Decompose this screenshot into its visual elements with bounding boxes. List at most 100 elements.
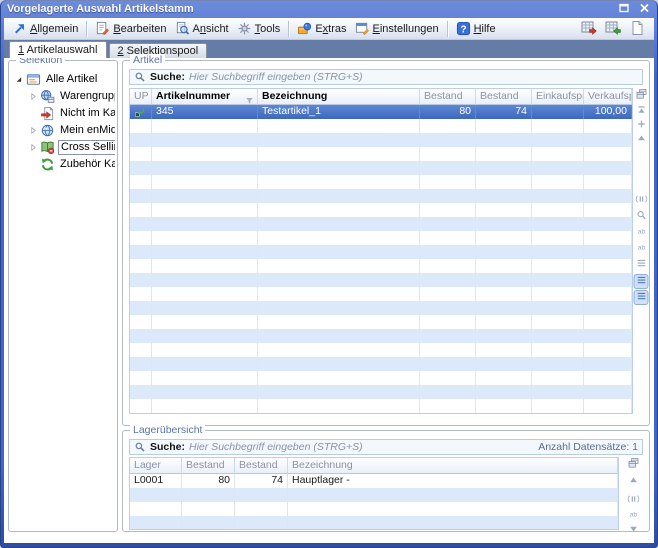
table-row-empty[interactable] [130,371,632,385]
column-chooser-button[interactable] [635,89,648,102]
grid-export-button[interactable] [581,20,598,37]
tab-1-artikelauswahl[interactable]: 1 Artikelauswahl [9,41,107,58]
lager-search-label: Suche: [150,441,185,453]
table-row-empty[interactable] [130,399,632,413]
tree-item-nicht-im-katalog[interactable]: Nicht im Katalog [11,105,115,122]
table-row[interactable]: L00018074Hauptlager - [130,474,618,488]
toolbar-item-einstellungen[interactable]: Einstellungen [351,19,443,38]
restore-button[interactable] [618,3,631,15]
up-small-button[interactable] [635,133,648,146]
table-row-empty[interactable] [130,147,632,161]
letters-small-button[interactable]: ab [627,509,640,522]
artikel-search-bar[interactable]: Suche: Hier Suchbegriff eingeben (STRG+S… [129,69,643,85]
column-chooser-button[interactable] [627,458,640,471]
filter-icon[interactable] [245,94,254,101]
tree-item-mein-enmida[interactable]: Mein enMida [11,122,115,139]
tree-item-warengruppen[interactable]: Warengruppen [11,88,115,105]
cell-bestand [420,329,476,343]
table-row-empty[interactable] [130,133,632,147]
column-header-einkaufspreis[interactable]: Einkaufspreis [532,89,584,105]
table-row-empty[interactable] [130,175,632,189]
table-row-empty[interactable] [130,217,632,231]
table-row-empty[interactable] [130,203,632,217]
columns-small-button[interactable] [635,194,648,207]
column-header-bestand-kalk-[interactable]: Bestand Kalk. [476,89,532,105]
toolbar-item-allgemein[interactable]: Allgemein [8,19,82,38]
column-header-bestand-kalk-[interactable]: Bestand Kalk. [235,458,288,474]
down-small-icon [627,522,639,540]
list-view-button[interactable] [635,291,648,304]
expander-open-icon[interactable] [14,74,25,85]
column-header-verkaufspreis[interactable]: Verkaufspreis [584,89,632,105]
cell-bezeichnung [258,133,420,147]
table-row-empty[interactable] [130,315,632,329]
titlebar[interactable]: Vorgelagerte Auswahl Artikelstamm [0,0,658,18]
new-page-button[interactable] [629,20,646,37]
table-row-empty[interactable] [130,119,632,133]
lager-grid-side-strip: ab [621,457,645,527]
tree-item-alle-artikel[interactable]: Alle Artikel [11,71,115,88]
letters-small-button[interactable]: ab [635,242,648,255]
cell-bezeichnung [288,488,618,502]
list-small-button[interactable] [635,258,648,271]
table-row-empty[interactable] [130,329,632,343]
table-row[interactable]: 345Testartikel_18074100,00 [130,105,632,119]
cell-up [130,371,152,385]
toolbar-item-extras[interactable]: Extras [293,19,350,38]
table-row-empty[interactable] [130,488,618,502]
columns-small-button[interactable] [627,494,640,507]
up-small-button[interactable] [627,475,640,488]
table-row-empty[interactable] [130,245,632,259]
expander-closed-icon[interactable] [28,91,39,102]
cell-verkaufspreis [584,259,632,273]
expander-closed-icon[interactable] [28,125,39,136]
down-small-button[interactable] [627,524,640,537]
cell-bestand_kalk [476,301,532,315]
table-row-empty[interactable] [130,502,618,516]
letters-small-button[interactable]: ab [635,226,648,239]
cell-einkaufspreis [532,357,584,371]
column-header-bestand[interactable]: Bestand [182,458,235,474]
cell-verkaufspreis [584,147,632,161]
cell-bestand: 80 [182,474,235,488]
toolbar-separator [288,21,289,37]
toolbar-item-bearbeiten[interactable]: Bearbeiten [91,19,170,38]
toolbar-item-hilfe[interactable]: ?Hilfe [452,19,500,38]
table-row-empty[interactable] [130,273,632,287]
table-row-empty[interactable] [130,231,632,245]
grid-import-button[interactable] [605,20,622,37]
search-small-button[interactable] [635,210,648,223]
expander-closed-icon[interactable] [28,142,39,153]
list-view-button[interactable] [635,275,648,288]
toolbar-item-tools[interactable]: Tools [233,19,285,38]
table-row-empty[interactable] [130,357,632,371]
toolbar-item-ansicht[interactable]: Ansicht [171,19,233,38]
column-header-bestand[interactable]: Bestand [420,89,476,105]
grid-import-icon [605,20,621,36]
lager-search-placeholder: Hier Suchbegriff eingeben (STRG+S) [189,441,363,453]
column-header-up[interactable]: UP [130,89,152,105]
table-row-empty[interactable] [130,287,632,301]
column-header-bezeichnung[interactable]: Bezeichnung [258,89,420,105]
column-header-bezeichnung[interactable]: Bezeichnung [288,458,618,474]
tree-item-cross-selling-katalog[interactable]: Cross Selling Katalog [11,139,115,156]
lager-search-bar[interactable]: Suche: Hier Suchbegriff eingeben (STRG+S… [129,439,643,455]
column-header-artikelnummer[interactable]: Artikelnummer [152,89,258,105]
table-row-empty[interactable] [130,385,632,399]
cell-verkaufspreis [584,203,632,217]
cell-up [130,231,152,245]
tree-item-zubehör-katalog[interactable]: Zubehör Katalog [11,156,115,173]
table-row-empty[interactable] [130,301,632,315]
close-button[interactable] [638,3,651,15]
column-header-lager[interactable]: Lager [130,458,182,474]
expander-spacer [28,108,39,119]
table-row-empty[interactable] [130,189,632,203]
table-row-empty[interactable] [130,161,632,175]
table-row-empty[interactable] [130,259,632,273]
table-row-empty[interactable] [130,343,632,357]
table-row-empty[interactable] [130,516,618,530]
svg-text:ab: ab [637,244,645,251]
cell-bestand_kalk [235,488,288,502]
cell-bezeichnung [258,385,420,399]
toolbar-item-label: Extras [315,23,346,35]
